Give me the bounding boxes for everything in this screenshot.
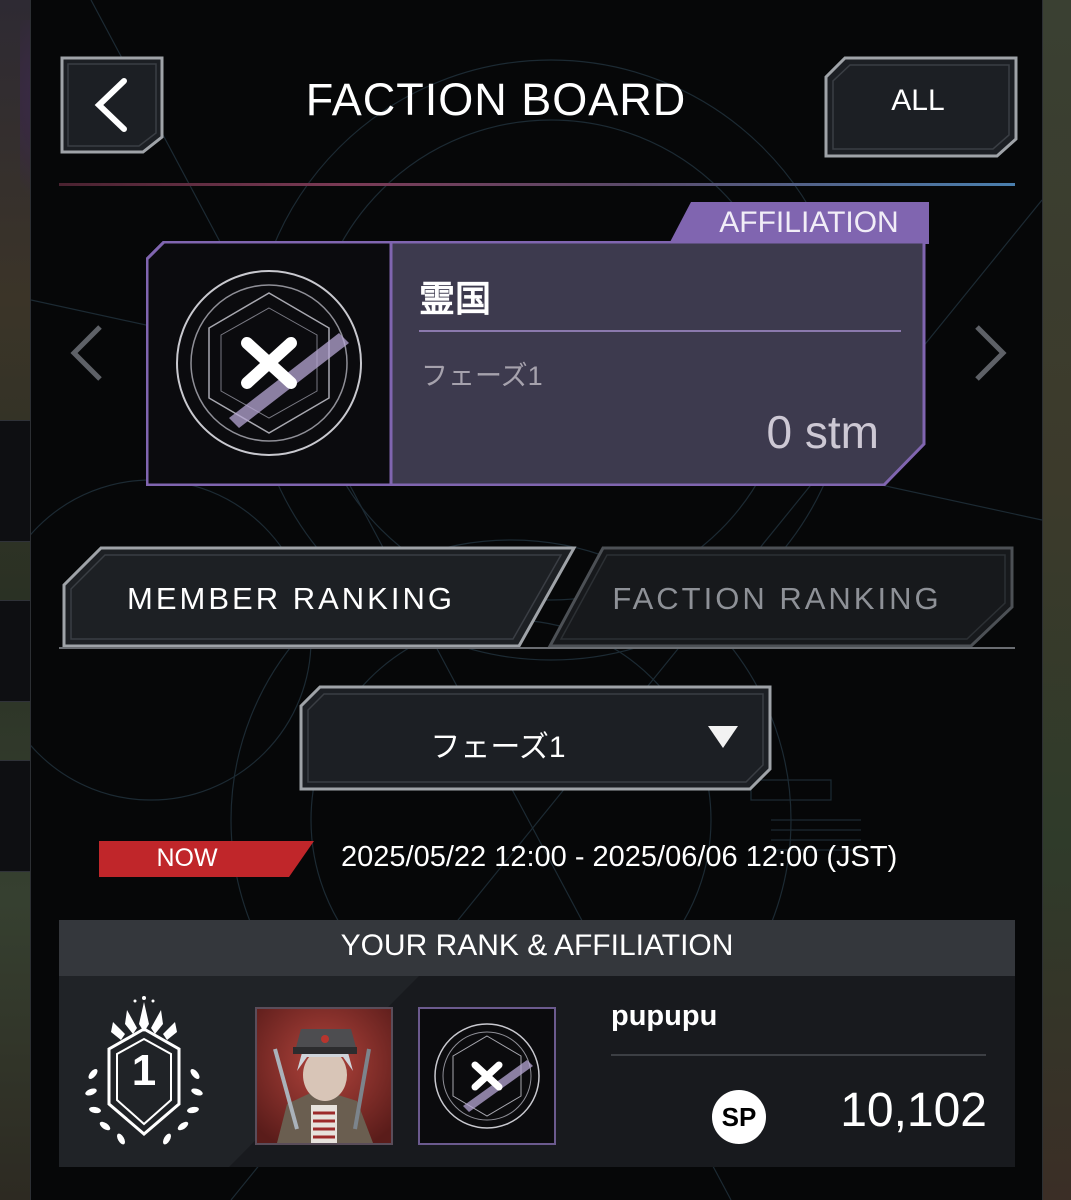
character-portrait (257, 1009, 391, 1143)
side-tab[interactable] (0, 760, 31, 872)
affiliation-tag: AFFILIATION (669, 202, 929, 244)
faction-board-panel: FACTION BOARD ALL AFFILIATION 霊国 フェーズ1 0… (30, 0, 1043, 1200)
tab-member-ranking[interactable]: MEMBER RANKING (61, 545, 577, 655)
back-button[interactable] (59, 55, 165, 155)
faction-phase: フェーズ1 (421, 361, 543, 391)
your-rank-header: YOUR RANK & AFFILIATION (59, 920, 1015, 976)
prev-arrow-icon (70, 325, 102, 381)
now-badge-label: NOW (156, 844, 218, 872)
user-name: pupupu (611, 1000, 718, 1032)
next-arrow-icon (975, 325, 1007, 381)
faction-emblem-icon (434, 1023, 540, 1129)
tabs-underline (59, 647, 1015, 649)
faction-emblem-thumbnail (418, 1007, 556, 1145)
sp-icon: SP (712, 1090, 766, 1144)
faction-name: 霊国 (419, 278, 492, 319)
faction-points: 0 stm (766, 406, 879, 458)
tab-faction-ranking-label: FACTION RANKING (612, 581, 942, 616)
prev-faction-button[interactable] (66, 323, 106, 383)
your-rank-title: YOUR RANK & AFFILIATION (340, 929, 734, 962)
header-divider (59, 183, 1015, 186)
side-tab[interactable] (0, 600, 31, 702)
tab-member-ranking-label: MEMBER RANKING (127, 581, 455, 616)
side-tab[interactable] (0, 420, 31, 542)
all-button[interactable]: ALL (823, 55, 1019, 159)
page-title: FACTION BOARD (305, 74, 687, 125)
all-button-label: ALL (891, 84, 945, 117)
user-divider (611, 1054, 986, 1056)
now-badge: NOW (99, 841, 314, 877)
phase-dropdown-value: フェーズ1 (430, 731, 566, 764)
phase-dropdown[interactable]: フェーズ1 (298, 684, 773, 792)
tab-faction-ranking[interactable]: FACTION RANKING (547, 545, 1015, 655)
next-faction-button[interactable] (971, 323, 1011, 383)
affiliation-tag-label: AFFILIATION (719, 206, 899, 239)
sp-value: 10,102 (840, 1084, 987, 1137)
period-range: 2025/05/22 12:00 - 2025/06/06 12:00 (JST… (341, 841, 898, 873)
character-avatar[interactable] (255, 1007, 393, 1145)
rank-number: 1 (131, 1046, 157, 1095)
faction-divider (419, 330, 901, 332)
your-rank-section: YOUR RANK & AFFILIATION 1 pupupu SP 10,1… (59, 920, 1015, 1167)
